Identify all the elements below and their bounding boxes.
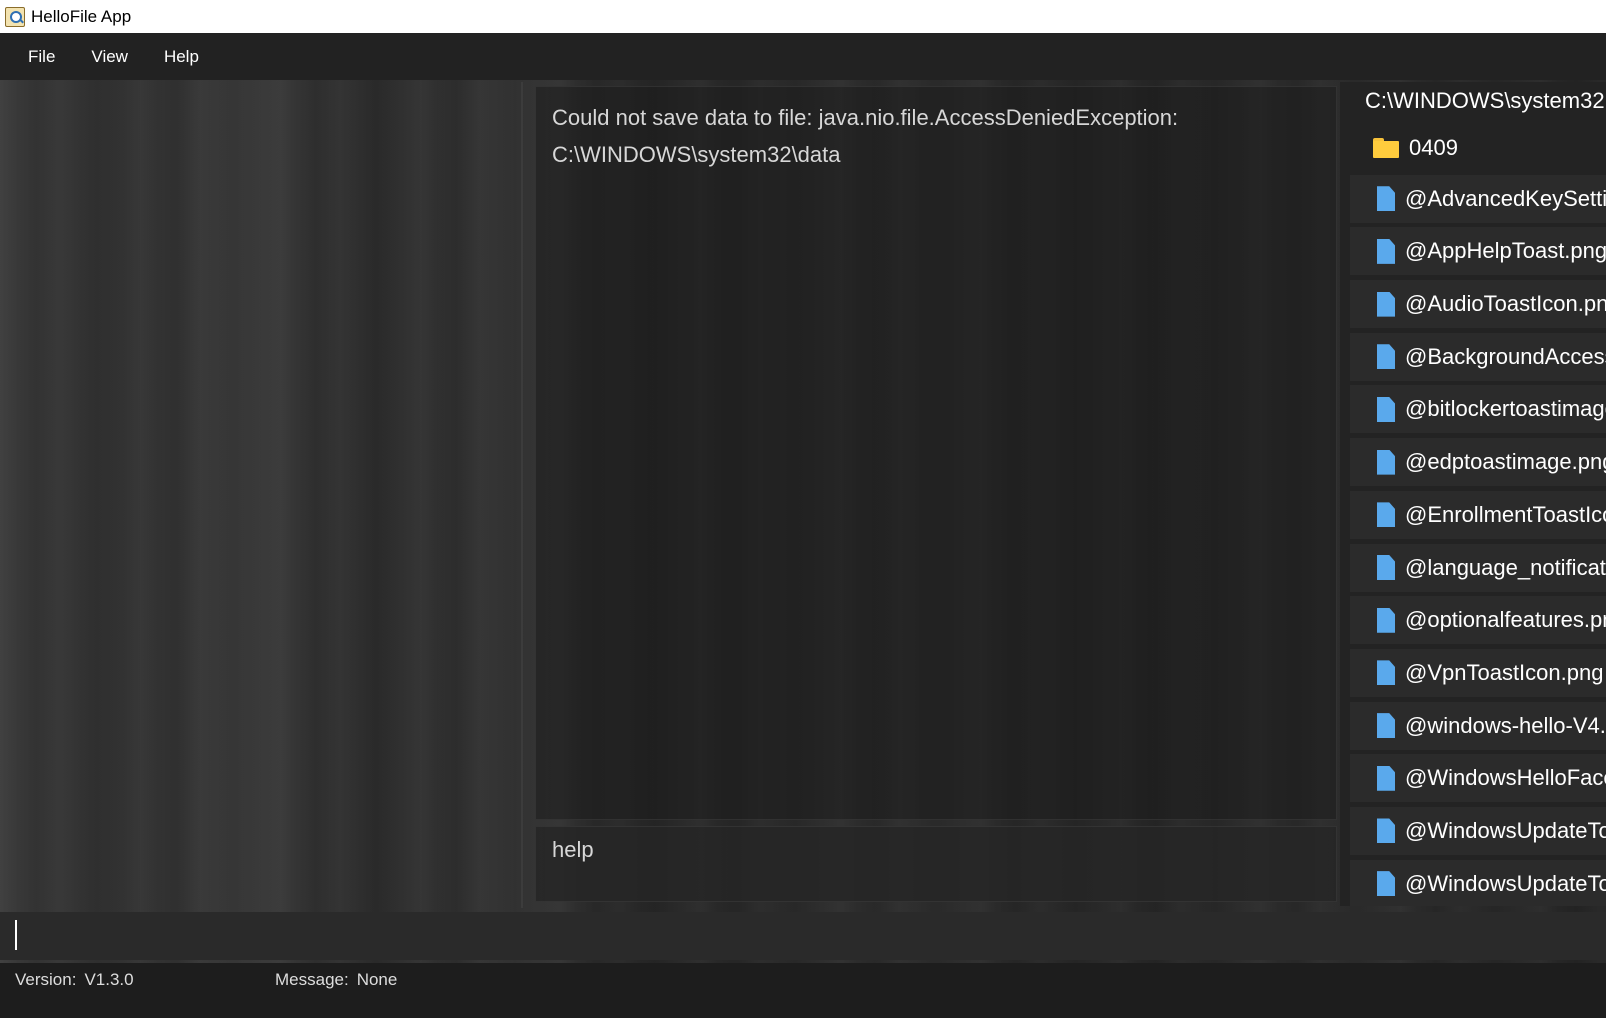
- result-display[interactable]: Could not save data to file: java.nio.fi…: [535, 86, 1337, 820]
- list-item[interactable]: @bitlockertoastimage.png: [1350, 385, 1606, 434]
- text-cursor: [15, 920, 17, 950]
- panel-divider[interactable]: [521, 82, 523, 908]
- list-item[interactable]: @WindowsUpdateToastIcon.png: [1350, 859, 1606, 906]
- file-name: @BackgroundAccessToastIcon.png: [1405, 343, 1606, 369]
- file-icon: [1377, 186, 1395, 212]
- list-item[interactable]: @EnrollmentToastIcon.png: [1350, 490, 1606, 539]
- app-icon: [5, 6, 25, 27]
- result-text: Could not save data to file: java.nio.fi…: [552, 105, 1179, 167]
- title-bar: HelloFile App: [0, 0, 1606, 33]
- message-label: Message:: [275, 970, 349, 989]
- file-icon: [1377, 449, 1395, 475]
- file-name: @WindowsHelloFaceToastIcon.png: [1405, 765, 1606, 791]
- file-icon: [1377, 396, 1395, 422]
- current-path: C:\WINDOWS\system32: [1365, 88, 1605, 113]
- file-icon: [1377, 238, 1395, 264]
- list-item[interactable]: @language_notification_icon.png: [1350, 543, 1606, 592]
- menu-view[interactable]: View: [73, 47, 146, 67]
- list-item[interactable]: @VpnToastIcon.png: [1350, 648, 1606, 697]
- menu-file[interactable]: File: [10, 47, 73, 67]
- list-item[interactable]: @AdvancedKeySettingsNotification.png: [1350, 174, 1606, 223]
- file-list[interactable]: 0409 @AdvancedKeySettingsNotification.pn…: [1350, 126, 1606, 906]
- help-display[interactable]: help: [535, 826, 1337, 902]
- help-text: help: [552, 837, 594, 862]
- file-panel[interactable]: C:\WINDOWS\system32 0409 @AdvancedKeySet…: [1340, 82, 1606, 906]
- file-name: @VpnToastIcon.png: [1405, 659, 1604, 685]
- message-status: Message: None: [275, 970, 397, 990]
- file-icon: [1377, 344, 1395, 370]
- file-name: 0409: [1409, 135, 1458, 160]
- file-name: @bitlockertoastimage.png: [1405, 396, 1606, 422]
- file-name: @AudioToastIcon.png: [1405, 291, 1606, 317]
- version-value: V1.3.0: [84, 970, 134, 989]
- list-item[interactable]: @BackgroundAccessToastIcon.png: [1350, 332, 1606, 381]
- file-name: @edptoastimage.png: [1405, 449, 1606, 475]
- menu-bar: File View Help: [0, 33, 1606, 80]
- folder-icon: [1373, 138, 1399, 158]
- list-item[interactable]: @windows-hello-V4.1.gif: [1350, 701, 1606, 750]
- file-icon: [1377, 502, 1395, 528]
- status-bar: Version: V1.3.0 Message: None: [0, 963, 1606, 1018]
- command-input[interactable]: [8, 916, 1602, 958]
- list-item[interactable]: @AudioToastIcon.png: [1350, 280, 1606, 329]
- menu-help[interactable]: Help: [146, 47, 217, 67]
- file-name: @AppHelpToast.png: [1405, 238, 1606, 264]
- list-item[interactable]: @AppHelpToast.png: [1350, 227, 1606, 276]
- file-icon: [1377, 660, 1395, 686]
- list-item[interactable]: @optionalfeatures.png: [1350, 596, 1606, 645]
- file-name: @EnrollmentToastIcon.png: [1405, 501, 1606, 527]
- file-name: @AdvancedKeySettingsNotification.png: [1405, 185, 1606, 211]
- list-item[interactable]: 0409: [1350, 126, 1606, 170]
- list-item[interactable]: @WindowsHelloFaceToastIcon.png: [1350, 754, 1606, 803]
- version-label: Version:: [15, 970, 77, 989]
- file-icon: [1377, 713, 1395, 739]
- file-name: @language_notification_icon.png: [1405, 554, 1606, 580]
- file-icon: [1377, 291, 1395, 317]
- version-status: Version: V1.3.0: [15, 970, 134, 990]
- window-title: HelloFile App: [31, 6, 132, 26]
- file-name: @windows-hello-V4.1.gif: [1405, 712, 1606, 738]
- file-name: @WindowsUpdateToastIcon.contrast-black.p…: [1405, 817, 1606, 843]
- file-icon: [1377, 871, 1395, 897]
- file-icon: [1377, 607, 1395, 633]
- command-box: [0, 912, 1606, 960]
- message-value: None: [356, 970, 398, 989]
- list-item[interactable]: @edptoastimage.png: [1350, 438, 1606, 487]
- file-name: @optionalfeatures.png: [1405, 607, 1606, 633]
- file-name: @WindowsUpdateToastIcon.png: [1405, 870, 1606, 896]
- file-icon: [1377, 555, 1395, 580]
- list-item[interactable]: @WindowsUpdateToastIcon.contrast-black.p…: [1350, 806, 1606, 855]
- file-icon: [1377, 818, 1395, 844]
- file-icon: [1377, 765, 1395, 791]
